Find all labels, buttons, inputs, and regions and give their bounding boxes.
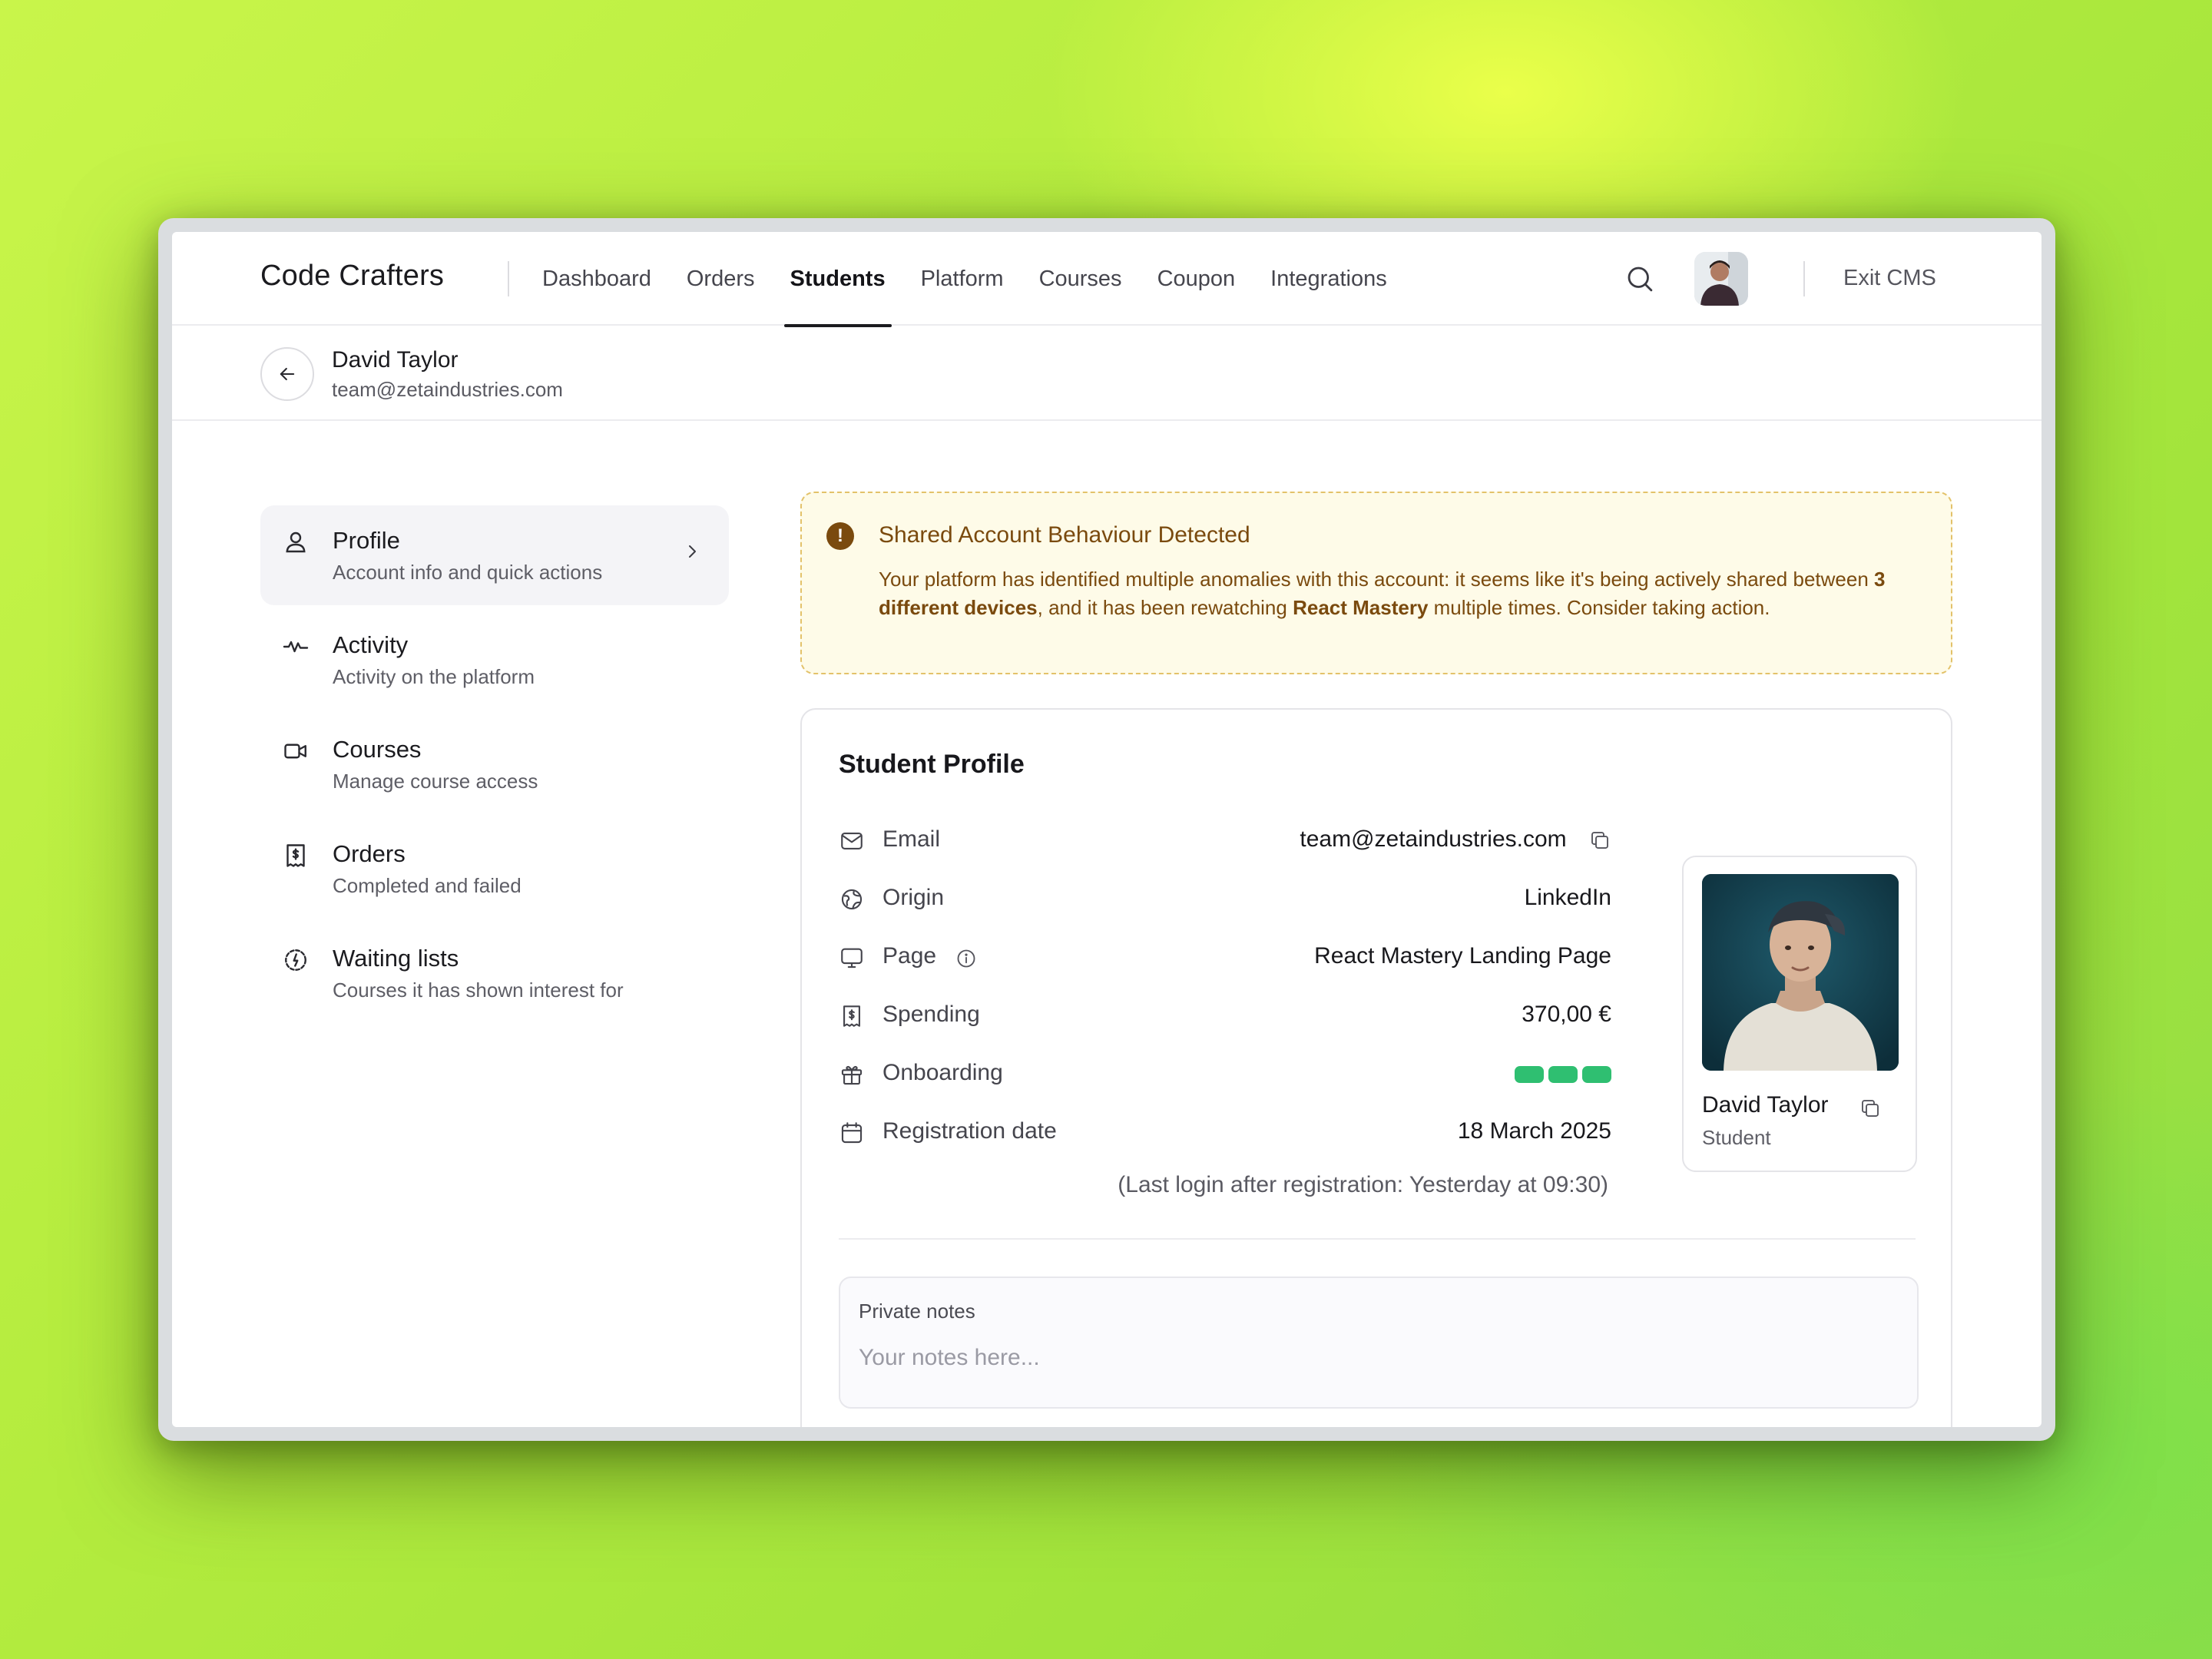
email-value: team@zetaindustries.com bbox=[1300, 826, 1567, 852]
info-icon[interactable] bbox=[955, 948, 977, 969]
student-photo bbox=[1702, 874, 1899, 1071]
calendar-icon bbox=[841, 1122, 863, 1144]
onboarding-step bbox=[1515, 1066, 1544, 1083]
mail-icon bbox=[841, 833, 863, 849]
nav-integrations[interactable]: Integrations bbox=[1270, 232, 1387, 326]
nav-coupon[interactable]: Coupon bbox=[1157, 232, 1236, 326]
sidebar-item-courses[interactable]: Courses Manage course access bbox=[260, 714, 729, 814]
nav-divider bbox=[508, 261, 509, 296]
brand-logo[interactable]: Code Crafters bbox=[260, 260, 444, 293]
field-label: Email bbox=[882, 826, 941, 852]
sidebar-item-activity[interactable]: Activity Activity on the platform bbox=[260, 610, 729, 710]
app-content: Code Crafters Dashboard Orders Students … bbox=[172, 232, 2041, 1427]
onboarding-step bbox=[1582, 1066, 1611, 1083]
notes-label: Private notes bbox=[859, 1300, 975, 1323]
clock-icon bbox=[285, 949, 306, 971]
copy-icon[interactable] bbox=[1859, 1097, 1882, 1120]
student-profile-card: Student Profile Email team@zetaindustrie… bbox=[800, 708, 1952, 1427]
warning-icon: ! bbox=[826, 522, 854, 550]
app-window: Code Crafters Dashboard Orders Students … bbox=[158, 218, 2055, 1441]
card-title: Student Profile bbox=[839, 750, 1025, 779]
nav-links: Dashboard Orders Students Platform Cours… bbox=[542, 232, 1422, 327]
field-value: team@zetaindustries.com bbox=[1300, 826, 1611, 853]
student-card-role: Student bbox=[1702, 1126, 1771, 1149]
alert-text: multiple times. Consider taking action. bbox=[1428, 596, 1770, 619]
sidebar-item-waiting-lists[interactable]: Waiting lists Courses it has shown inter… bbox=[260, 923, 729, 1023]
private-notes: Private notes bbox=[839, 1277, 1919, 1409]
sidebar-item-label: Orders bbox=[333, 840, 406, 867]
chevron-right-icon bbox=[689, 545, 696, 558]
sidebar-item-label: Waiting lists bbox=[333, 945, 459, 972]
field-label: Origin bbox=[882, 885, 945, 910]
activity-icon bbox=[283, 641, 309, 653]
nav-divider bbox=[1803, 261, 1805, 296]
sidebar-item-label: Profile bbox=[333, 527, 400, 554]
field-value: 18 March 2025 bbox=[1457, 1118, 1611, 1144]
onboarding-step bbox=[1548, 1066, 1578, 1083]
arrow-left-icon bbox=[280, 367, 295, 381]
alert-text: , and it has been rewatching bbox=[1037, 596, 1293, 619]
divider bbox=[839, 1238, 1916, 1240]
field-label: Spending bbox=[882, 1002, 980, 1027]
field-spending: Spending 370,00 € bbox=[839, 997, 1611, 1035]
onboarding-progress bbox=[1515, 1066, 1611, 1083]
alert-body: Your platform has identified multiple an… bbox=[879, 565, 1908, 622]
field-label: Registration date bbox=[882, 1118, 1057, 1144]
nav-dashboard[interactable]: Dashboard bbox=[542, 232, 651, 326]
nav-orders[interactable]: Orders bbox=[687, 232, 755, 326]
search-icon[interactable] bbox=[1624, 263, 1656, 295]
nav-platform[interactable]: Platform bbox=[921, 232, 1004, 326]
sidebar-item-label: Courses bbox=[333, 736, 422, 763]
top-navigation: Code Crafters Dashboard Orders Students … bbox=[172, 232, 2041, 327]
exit-cms-button[interactable]: Exit CMS bbox=[1843, 266, 1936, 291]
receipt-icon bbox=[843, 1005, 860, 1027]
alert-title: Shared Account Behaviour Detected bbox=[879, 522, 1250, 548]
field-value: LinkedIn bbox=[1524, 885, 1611, 910]
sidebar-item-description: Account info and quick actions bbox=[333, 561, 603, 584]
field-label: Onboarding bbox=[882, 1060, 1003, 1085]
sidebar-item-description: Activity on the platform bbox=[333, 665, 535, 688]
sidebar-item-profile[interactable]: Profile Account info and quick actions bbox=[260, 505, 729, 605]
nav-students[interactable]: Students bbox=[783, 232, 892, 327]
avatar[interactable] bbox=[1694, 252, 1748, 306]
sidebar-item-label: Activity bbox=[333, 631, 409, 658]
field-onboarding: Onboarding bbox=[839, 1055, 1611, 1094]
student-name: David Taylor bbox=[332, 347, 459, 373]
field-origin: Origin LinkedIn bbox=[839, 880, 1611, 919]
nav-courses[interactable]: Courses bbox=[1039, 232, 1122, 326]
field-email: Email team@zetaindustries.com bbox=[839, 822, 1611, 860]
field-value: 370,00 € bbox=[1522, 1002, 1611, 1027]
field-page: Page React Mastery Landing Page bbox=[839, 939, 1611, 977]
user-icon bbox=[286, 531, 306, 553]
last-login-text: (Last login after registration: Yesterda… bbox=[1118, 1172, 1608, 1197]
sidebar-item-orders[interactable]: Orders Completed and failed bbox=[260, 819, 729, 919]
globe-icon bbox=[841, 889, 863, 910]
field-value: React Mastery Landing Page bbox=[1314, 943, 1611, 969]
student-card-name: David Taylor bbox=[1702, 1092, 1829, 1118]
field-label: Page bbox=[882, 943, 937, 969]
monitor-icon bbox=[841, 948, 863, 969]
sidebar-item-description: Manage course access bbox=[333, 770, 538, 793]
video-icon bbox=[284, 743, 306, 759]
alert-text: Your platform has identified multiple an… bbox=[879, 568, 1875, 591]
copy-icon[interactable] bbox=[1588, 829, 1611, 852]
notes-input[interactable] bbox=[859, 1341, 1896, 1375]
alert-course-name: React Mastery bbox=[1293, 596, 1429, 619]
field-registration-date: Registration date 18 March 2025 bbox=[839, 1114, 1611, 1152]
sidebar-item-description: Completed and failed bbox=[333, 874, 522, 897]
receipt-icon bbox=[286, 844, 305, 867]
shared-account-alert: ! Shared Account Behaviour Detected Your… bbox=[800, 492, 1952, 674]
sidebar-item-description: Courses it has shown interest for bbox=[333, 979, 624, 1002]
gift-icon bbox=[841, 1065, 863, 1085]
student-email: team@zetaindustries.com bbox=[332, 378, 563, 401]
student-photo-card: David Taylor Student bbox=[1682, 856, 1917, 1172]
student-header: David Taylor team@zetaindustries.com bbox=[172, 326, 2041, 421]
back-button[interactable] bbox=[260, 347, 314, 401]
